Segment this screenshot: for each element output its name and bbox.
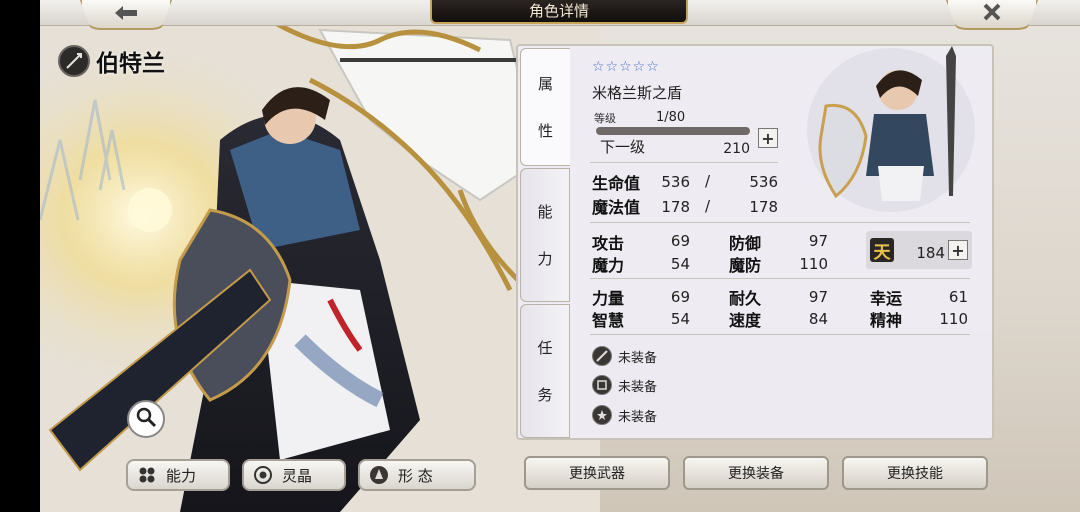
hp-label: 生命值 bbox=[592, 174, 641, 193]
stat-value: 54 bbox=[670, 310, 690, 328]
level-up-button[interactable]: + bbox=[758, 128, 778, 148]
stat-label: 智慧 bbox=[592, 311, 625, 330]
stat-label: 魔防 bbox=[729, 256, 762, 275]
tab-ability[interactable]: 能 力 bbox=[520, 168, 570, 302]
bottom-tab-label: 形 态 bbox=[398, 466, 433, 485]
page-title: 角色详情 bbox=[430, 0, 688, 24]
next-level-value: 210 bbox=[723, 141, 750, 157]
next-level-label: 下一级 bbox=[600, 138, 646, 156]
tab-char: 属 bbox=[537, 75, 553, 93]
divider bbox=[590, 162, 778, 163]
tab-char: 务 bbox=[537, 386, 553, 404]
stat-value: 61 bbox=[948, 288, 968, 306]
armor-slot-icon bbox=[592, 375, 612, 395]
hp-max: 536 bbox=[749, 173, 778, 191]
stat-value: 110 bbox=[939, 310, 968, 328]
character-name: 伯特兰 bbox=[96, 51, 165, 77]
change-weapon-button[interactable]: 更换武器 bbox=[524, 456, 670, 490]
bottom-tab-label: 能力 bbox=[166, 466, 197, 485]
sky-value: 184 bbox=[916, 244, 945, 262]
stat-label: 攻击 bbox=[592, 234, 625, 253]
level-value: 1/80 bbox=[656, 110, 686, 125]
slot-label: 未装备 bbox=[618, 350, 658, 366]
ability-icon bbox=[136, 464, 158, 486]
crystal-icon bbox=[252, 464, 274, 486]
shield-name: 米格兰斯之盾 bbox=[592, 84, 683, 102]
stat-label: 力量 bbox=[592, 289, 625, 308]
weapon-slot[interactable]: 未装备 bbox=[592, 346, 657, 366]
divider bbox=[590, 334, 970, 335]
change-skill-button[interactable]: 更换技能 bbox=[842, 456, 988, 490]
mp-separator: / bbox=[705, 197, 711, 215]
stat-label: 防御 bbox=[729, 234, 762, 253]
stat-label: 速度 bbox=[729, 311, 762, 330]
stat-value: 97 bbox=[808, 288, 828, 306]
sky-badge: 天 bbox=[870, 238, 894, 263]
character-detail-screen: 角色详情 伯特兰 属 性 能 力 任 务 ☆☆☆☆☆ 米格兰斯之盾 等级 1/8… bbox=[0, 0, 1080, 512]
close-icon bbox=[983, 2, 1001, 26]
stat-label: 幸运 bbox=[870, 289, 903, 308]
arrow-left-icon bbox=[113, 2, 139, 26]
tab-attributes[interactable]: 属 性 bbox=[520, 48, 570, 166]
stat-value: 54 bbox=[670, 255, 690, 273]
mp-max: 178 bbox=[749, 198, 778, 216]
tab-char: 力 bbox=[537, 250, 553, 268]
bottom-tab-crystal[interactable]: 灵晶 bbox=[242, 459, 346, 491]
bottom-tab-label: 灵晶 bbox=[282, 466, 313, 485]
stat-value: 110 bbox=[799, 255, 828, 273]
change-equipment-button[interactable]: 更换装备 bbox=[683, 456, 829, 490]
bottom-tab-form[interactable]: 形 态 bbox=[358, 459, 476, 491]
tab-char: 能 bbox=[537, 203, 553, 221]
stat-label: 魔力 bbox=[592, 256, 625, 275]
stat-value: 69 bbox=[670, 288, 690, 306]
weapon-slot-icon bbox=[592, 346, 612, 366]
slot-label: 未装备 bbox=[618, 409, 658, 425]
stat-value: 84 bbox=[808, 310, 828, 328]
magnifier-icon bbox=[135, 406, 157, 432]
divider bbox=[590, 222, 970, 223]
stat-value: 69 bbox=[670, 232, 690, 250]
character-chibi-portrait bbox=[807, 46, 975, 212]
plus-icon: + bbox=[951, 240, 965, 260]
spear-icon bbox=[58, 45, 90, 77]
zoom-button[interactable] bbox=[127, 400, 165, 438]
hp-separator: / bbox=[705, 172, 711, 190]
letterbox-left bbox=[0, 0, 40, 512]
tab-mission[interactable]: 任 务 bbox=[520, 304, 570, 438]
slot-label: 未装备 bbox=[618, 379, 658, 395]
form-icon bbox=[368, 464, 390, 486]
plus-icon: + bbox=[761, 128, 775, 148]
level-label: 等级 bbox=[594, 112, 616, 125]
mp-current: 178 bbox=[661, 198, 690, 216]
character-name-row: 伯特兰 bbox=[58, 44, 165, 78]
tab-char: 任 bbox=[537, 339, 553, 357]
rarity-stars: ☆☆☆☆☆ bbox=[592, 59, 660, 75]
exp-bar bbox=[596, 127, 750, 135]
close-button[interactable] bbox=[946, 0, 1038, 30]
sky-add-button[interactable]: + bbox=[948, 240, 968, 260]
armor-slot[interactable]: 未装备 bbox=[592, 375, 657, 395]
stat-label: 耐久 bbox=[729, 289, 762, 308]
bottom-tab-ability[interactable]: 能力 bbox=[126, 459, 230, 491]
accessory-slot-icon bbox=[592, 405, 612, 425]
back-button[interactable] bbox=[80, 0, 172, 30]
divider bbox=[590, 278, 970, 279]
hp-current: 536 bbox=[661, 173, 690, 191]
stat-value: 97 bbox=[808, 232, 828, 250]
accessory-slot[interactable]: 未装备 bbox=[592, 405, 657, 425]
tab-char: 性 bbox=[537, 122, 553, 140]
mp-label: 魔法值 bbox=[592, 198, 641, 217]
stat-label: 精神 bbox=[870, 311, 903, 330]
